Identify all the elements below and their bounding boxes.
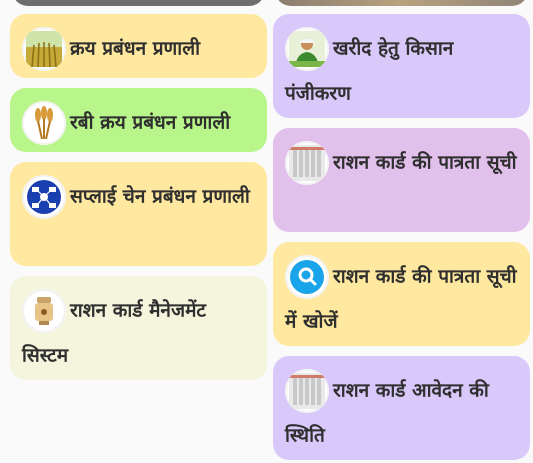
card-kray-prabandhan[interactable]: क्रय प्रबंधन प्रणाली: [10, 14, 267, 78]
card-label: क्रय प्रबंधन प्रणाली: [70, 37, 201, 60]
card-label: रबी क्रय प्रबंधन प्रणाली: [70, 111, 231, 134]
wheat-field-icon: [22, 26, 66, 71]
card-ration-avedan-sthiti[interactable]: राशन कार्ड आवेदन की स्थिति: [273, 356, 530, 460]
card-ration-patrata-suchi[interactable]: राशन कार्ड की पात्रता सूची: [273, 128, 530, 232]
card-rabi-kray-prabandhan[interactable]: रबी क्रय प्रबंधन प्रणाली: [10, 88, 267, 152]
wheat-icon: [22, 100, 66, 145]
document-list-icon: [285, 140, 329, 185]
search-icon: [285, 254, 329, 299]
card-ration-card-management[interactable]: राशन कार्ड मैनेजमेंट सिस्टम: [10, 276, 267, 380]
previous-card-left-edge: [12, 0, 265, 6]
previous-card-right-edge: [275, 0, 528, 6]
document-list-icon: [285, 368, 329, 413]
card-kisan-panjikaran[interactable]: खरीद हेतु किसान पंजीकरण: [273, 14, 530, 118]
card-label: सप्लाई चेन प्रबंधन प्रणाली: [70, 185, 250, 208]
card-ration-patrata-search[interactable]: राशन कार्ड की पात्रता सूची में खोजें: [273, 242, 530, 346]
card-label: राशन कार्ड की पात्रता सूची: [333, 151, 517, 174]
supply-chain-icon: [22, 174, 66, 219]
emblem-icon: [22, 288, 66, 333]
card-supply-chain[interactable]: सप्लाई चेन प्रबंधन प्रणाली: [10, 162, 267, 266]
farmer-icon: [285, 26, 329, 71]
